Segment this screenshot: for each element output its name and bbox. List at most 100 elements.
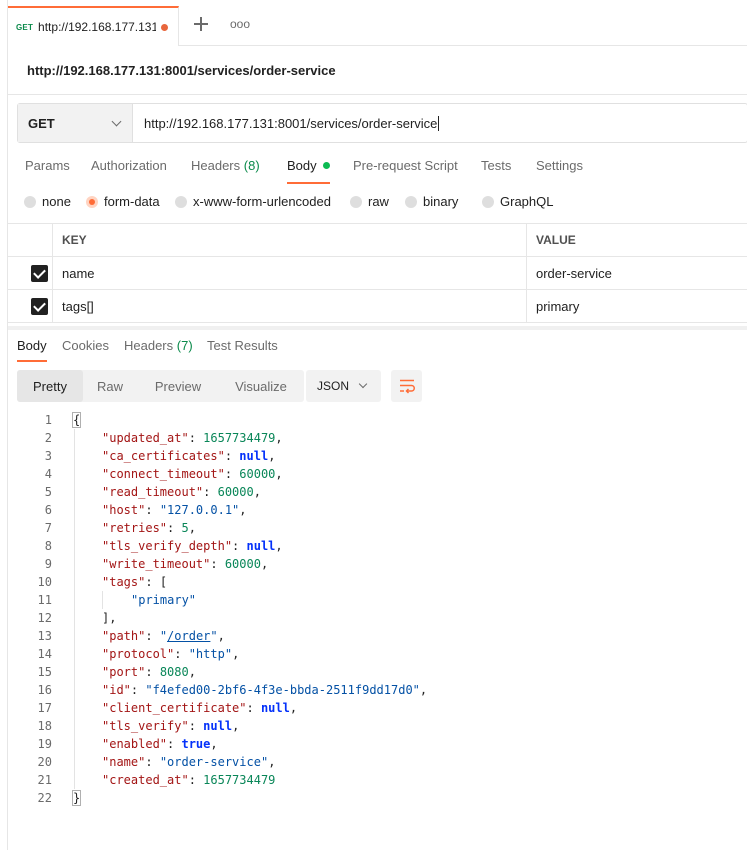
url-input[interactable]: http://192.168.177.131:8001/services/ord…: [133, 104, 747, 142]
view-raw-button[interactable]: Raw: [85, 370, 135, 402]
tab-label: Body: [17, 338, 47, 353]
url-bar: GET http://192.168.177.131:8001/services…: [17, 103, 747, 143]
code-line: 15 "port": 8080,: [8, 663, 747, 681]
view-pretty-button[interactable]: Pretty: [17, 370, 83, 402]
url-input-value: http://192.168.177.131:8001/services/ord…: [144, 115, 438, 131]
view-visualize-button[interactable]: Visualize: [225, 370, 297, 402]
code-text: "tags": [: [102, 575, 168, 589]
code-line: 7 "retries": 5,: [8, 519, 747, 537]
code-text: "client_certificate": null,: [102, 701, 298, 715]
checkbox-column-header: [8, 224, 53, 256]
line-number: 16: [37, 683, 52, 697]
tab-label: Params: [25, 158, 70, 173]
code-line: 10 "tags": [: [8, 573, 747, 591]
code-text: "tls_verify": null,: [102, 719, 240, 733]
line-number: 4: [44, 467, 52, 481]
tab-headers[interactable]: Headers (8): [191, 158, 260, 184]
format-select-value: JSON: [317, 379, 350, 393]
format-select[interactable]: JSON: [306, 370, 381, 402]
radio-x-www-form-urlencoded[interactable]: x-www-form-urlencoded: [175, 194, 331, 209]
key-field[interactable]: tags[]: [54, 290, 527, 322]
radio-form-data[interactable]: form-data: [86, 194, 160, 209]
code-line: 16 "id": "f4efed00-2bf6-4f3e-bbda-2511f9d…: [8, 681, 747, 699]
code-line: 5 "read_timeout": 60000,: [8, 483, 747, 501]
tab-label: Test Results: [207, 338, 278, 353]
line-number: 8: [44, 539, 52, 553]
checkbox-checked-icon[interactable]: [31, 265, 48, 282]
radio-label: raw: [368, 194, 389, 209]
request-tab-strip: GET http://192.168.177.131:8 ooo: [8, 6, 747, 46]
line-number: 1: [44, 413, 52, 427]
pane-resize-handle[interactable]: [8, 326, 747, 330]
line-number: 13: [37, 629, 52, 643]
request-tab-method: GET: [16, 22, 34, 32]
row-checkbox-cell: [8, 257, 53, 289]
radio-circle-icon: [175, 195, 187, 208]
app-frame: GET http://192.168.177.131:8 ooo http://…: [7, 0, 747, 850]
wrap-lines-button[interactable]: [391, 370, 422, 402]
response-tab-test-results[interactable]: Test Results: [207, 338, 278, 362]
code-text: "name": "order-service",: [102, 755, 276, 769]
request-title[interactable]: http://192.168.177.131:8001/services/ord…: [27, 63, 336, 78]
code-text: "ca_certificates": null,: [102, 449, 276, 463]
table-row: tags[] primary: [8, 289, 747, 323]
code-line: 18 "tls_verify": null,: [8, 717, 747, 735]
line-number: 6: [44, 503, 52, 517]
code-text: "retries": 5,: [102, 521, 196, 535]
tab-params[interactable]: Params: [25, 158, 70, 184]
view-preview-button[interactable]: Preview: [145, 370, 211, 402]
radio-graphql[interactable]: GraphQL: [482, 194, 553, 209]
radio-binary[interactable]: binary: [405, 194, 458, 209]
response-body-code[interactable]: 1{2 "updated_at": 1657734479, 3 "ca_certifi…: [8, 411, 747, 807]
tab-label: Authorization: [91, 158, 167, 173]
code-text: "connect_timeout": 60000,: [102, 467, 283, 481]
view-mode-group: Pretty Raw Preview Visualize: [17, 370, 304, 402]
code-line: 22}: [8, 789, 747, 807]
method-select[interactable]: GET: [18, 104, 133, 142]
code-line: 13 "path": "/order",: [8, 627, 747, 645]
code-text: ],: [102, 611, 117, 625]
line-number: 11: [37, 593, 52, 607]
line-number: 20: [37, 755, 52, 769]
code-line: 6 "host": "127.0.0.1",: [8, 501, 747, 519]
tab-count: (7): [176, 338, 193, 353]
response-tab-headers[interactable]: Headers (7): [124, 338, 193, 362]
wrap-lines-icon: [400, 379, 415, 394]
tab-authorization[interactable]: Authorization: [91, 158, 167, 184]
response-tab-cookies[interactable]: Cookies: [62, 338, 109, 362]
radio-circle-icon: [482, 195, 494, 208]
active-dot-icon: [322, 162, 330, 169]
radio-none[interactable]: none: [24, 194, 71, 209]
radio-label: binary: [423, 194, 459, 209]
line-number: 17: [37, 701, 52, 715]
tab-label: Body: [287, 158, 317, 173]
code-text: "created_at": 1657734479: [102, 773, 276, 787]
more-tabs-icon[interactable]: ooo: [230, 17, 250, 31]
response-tab-body[interactable]: Body: [17, 338, 47, 362]
tab-body[interactable]: Body: [287, 158, 330, 184]
tab-label: Headers: [191, 158, 241, 173]
tab-settings[interactable]: Settings: [536, 158, 583, 184]
code-line: 8 "tls_verify_depth": null,: [8, 537, 747, 555]
request-tab-url: http://192.168.177.131:8: [38, 20, 157, 34]
radio-circle-icon: [350, 195, 362, 208]
tab-tests[interactable]: Tests: [481, 158, 511, 184]
request-tab[interactable]: GET http://192.168.177.131:8: [8, 6, 179, 46]
tab-pre-request-script[interactable]: Pre-request Script: [353, 158, 458, 184]
line-number: 15: [37, 665, 52, 679]
code-text: "path": "/order",: [102, 629, 225, 643]
value-field[interactable]: order-service: [528, 257, 747, 289]
radio-raw[interactable]: raw: [350, 194, 389, 209]
code-line: 12],: [8, 609, 747, 627]
code-text: }: [71, 790, 82, 806]
value-field[interactable]: primary: [528, 290, 747, 322]
method-select-value: GET: [28, 115, 55, 131]
row-checkbox-cell: [8, 290, 53, 322]
key-field[interactable]: name: [54, 257, 527, 289]
code-line: 9 "write_timeout": 60000,: [8, 555, 747, 573]
new-tab-plus-icon[interactable]: [193, 16, 209, 32]
tab-label: Tests: [481, 158, 512, 173]
checkbox-checked-icon[interactable]: [31, 298, 48, 315]
code-line: 17 "client_certificate": null,: [8, 699, 747, 717]
line-number: 19: [37, 737, 52, 751]
